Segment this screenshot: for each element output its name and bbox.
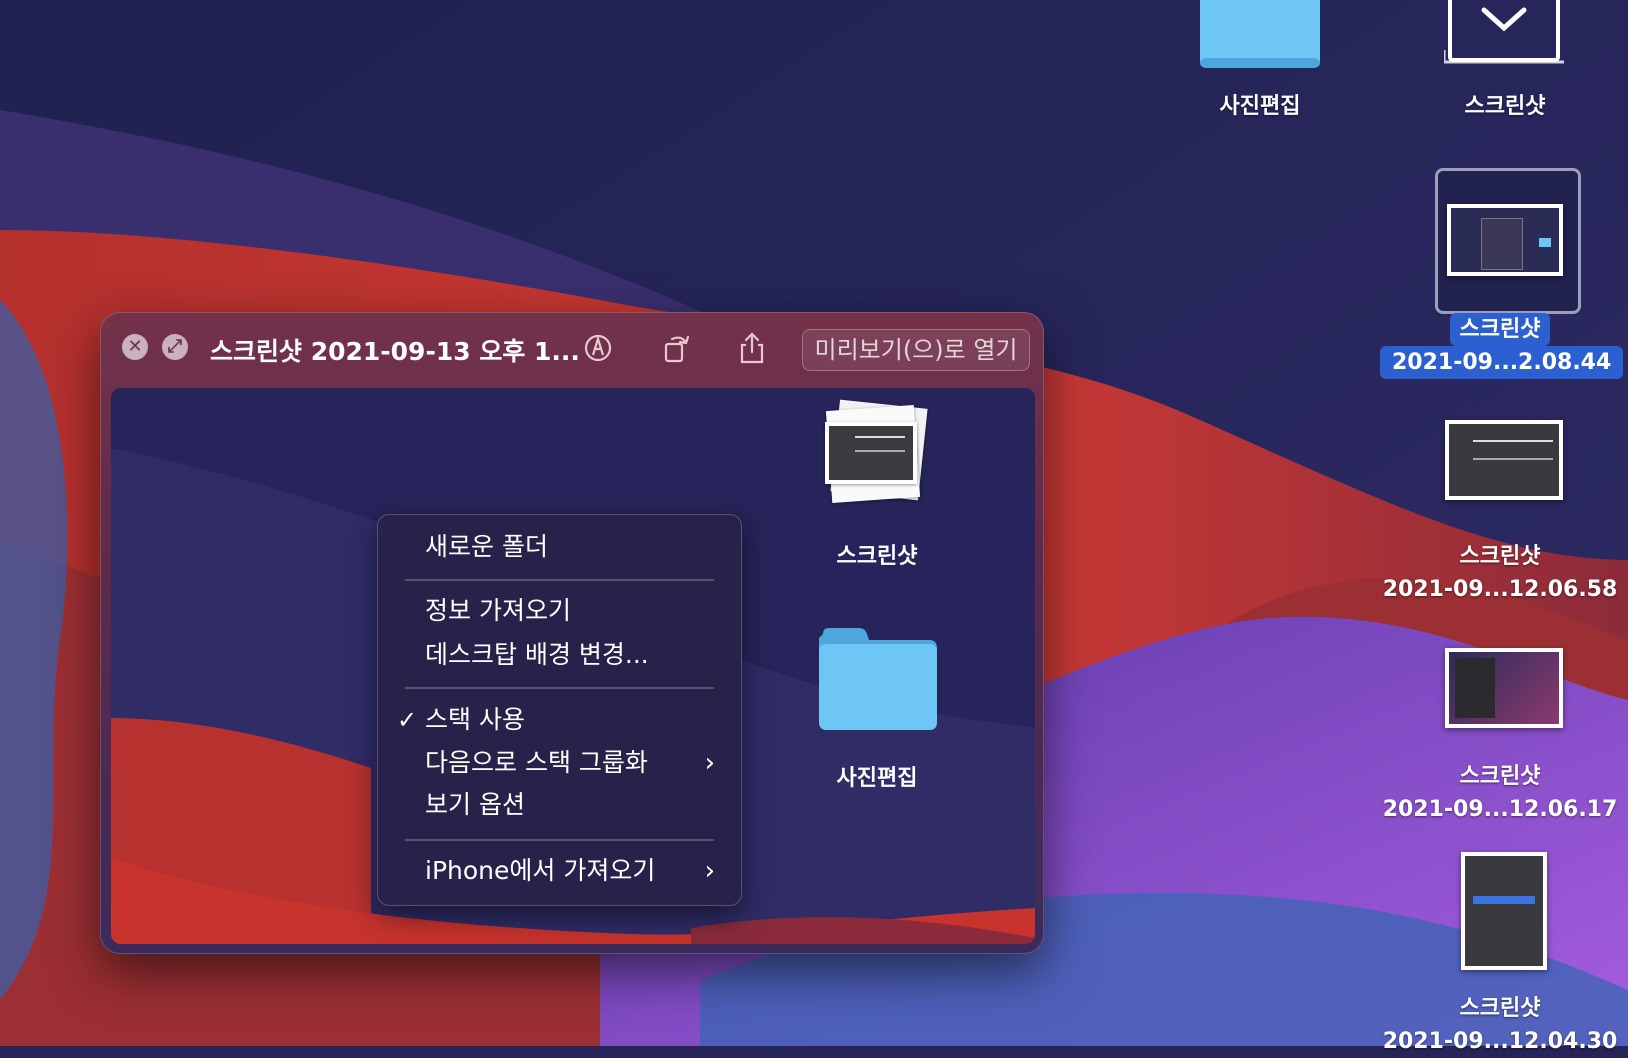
desktop-icon-label: 스크린샷	[1459, 544, 1541, 569]
desktop-icon-sublabel: 2021-09...2.08.44	[1380, 346, 1624, 379]
share-icon[interactable]	[734, 330, 770, 366]
menu-item-view-options[interactable]: 보기 옵션	[425, 785, 715, 825]
menu-separator	[405, 687, 714, 689]
menu-separator	[405, 579, 714, 581]
quicklook-window: ✕ ⤢ 스크린샷 2021-09-13 오후 1... 미리보기(으)로 열기	[100, 312, 1044, 954]
desktop-screenshot-selected[interactable]: 스크린샷 2021-09...2.08.44	[1380, 168, 1624, 383]
desktop-screenshot-2[interactable]: 스크린샷 2021-09...12.06.58	[1380, 420, 1620, 605]
menu-item-get-info[interactable]: 정보 가져오기	[425, 591, 715, 631]
desktop-icon-label: 스크린샷	[1459, 996, 1541, 1021]
chevron-right-icon: ›	[704, 856, 715, 886]
desktop-stack-screenshots[interactable]: 스크린샷	[1420, 0, 1590, 125]
rotate-icon[interactable]	[658, 330, 694, 366]
menu-item-label: 보기 옵션	[425, 790, 525, 819]
chevron-right-icon: ›	[704, 748, 715, 778]
fullscreen-icon[interactable]: ⤢	[162, 334, 188, 360]
menu-item-label: 정보 가져오기	[425, 596, 571, 625]
quicklook-title: 스크린샷 2021-09-13 오후 1...	[210, 337, 580, 366]
desktop-icon-label: 스크린샷	[1449, 313, 1551, 346]
desktop-icon-sublabel: 2021-09...12.04.30	[1382, 1029, 1618, 1054]
menu-item-label: 데스크탑 배경 변경...	[425, 640, 649, 669]
menu-item-group-stacks-by[interactable]: 다음으로 스택 그룹화 ›	[425, 743, 715, 783]
desktop-icon-sublabel: 2021-09...12.06.58	[1382, 577, 1618, 602]
menu-item-label: 스택 사용	[425, 705, 525, 734]
screenshot-thumbnail	[1447, 204, 1563, 276]
desktop-folder-photo-edit[interactable]: 사진편집	[1180, 0, 1340, 125]
preview-folder-label: 사진편집	[836, 766, 918, 791]
folder-icon	[1200, 0, 1320, 68]
screenshot-thumbnail	[1445, 420, 1563, 500]
menu-separator	[405, 839, 714, 841]
folder-icon[interactable]	[819, 628, 937, 730]
open-with-preview-button[interactable]: 미리보기(으)로 열기	[802, 329, 1030, 371]
context-menu: 새로운 폴더 정보 가져오기 데스크탑 배경 변경... ✓ 스택 사용 다음으…	[377, 514, 742, 906]
screenshot-thumbnail	[1461, 852, 1547, 970]
markup-icon[interactable]	[580, 330, 616, 366]
menu-item-new-folder[interactable]: 새로운 폴더	[425, 527, 715, 567]
desktop-icon-label: 사진편집	[1219, 94, 1301, 119]
preview-stack-label: 스크린샷	[836, 544, 918, 569]
desktop-screenshot-4[interactable]: 스크린샷 2021-09...12.04.30	[1380, 852, 1620, 1054]
menu-item-change-desktop-background[interactable]: 데스크탑 배경 변경...	[425, 635, 715, 675]
menu-item-import-from-iphone[interactable]: iPhone에서 가져오기 ›	[425, 851, 715, 891]
desktop-screenshot-3[interactable]: 스크린샷 2021-09...12.06.17	[1380, 648, 1620, 833]
menu-item-label: 다음으로 스택 그룹화	[425, 748, 648, 777]
menu-item-label: iPhone에서 가져오기	[425, 856, 656, 885]
menu-item-label: 새로운 폴더	[425, 532, 548, 561]
quicklook-toolbar: ✕ ⤢ 스크린샷 2021-09-13 오후 1... 미리보기(으)로 열기	[100, 312, 1044, 388]
desktop-icon-label: 스크린샷	[1459, 764, 1541, 789]
screenshot-thumbnail	[1445, 648, 1563, 728]
menu-item-use-stacks[interactable]: 스택 사용	[425, 700, 715, 740]
close-icon[interactable]: ✕	[122, 334, 148, 360]
stack-icon	[1444, 0, 1564, 64]
desktop-icon-sublabel: 2021-09...12.06.17	[1382, 797, 1618, 822]
desktop-icon-label: 스크린샷	[1464, 94, 1546, 119]
checkmark-icon: ✓	[397, 706, 418, 734]
quicklook-preview-content: 스크린샷 사진편집 새로운 폴더 정보 가져오기 데스크탑 배경 변경... ✓…	[111, 388, 1035, 944]
